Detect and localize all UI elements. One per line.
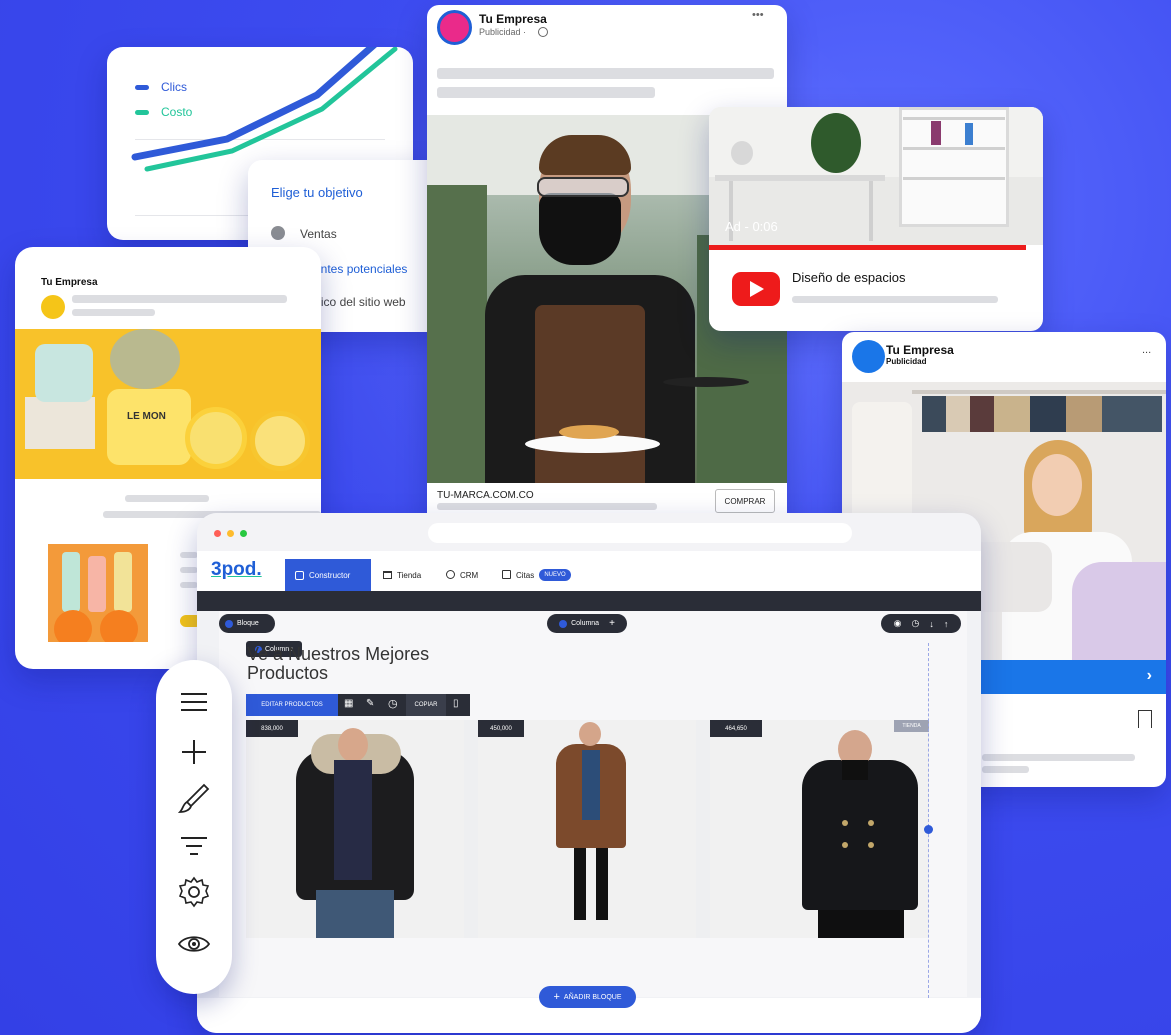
costo-line: [144, 47, 398, 172]
buy-button[interactable]: COMPRAR: [715, 489, 775, 513]
product-thumbnail: [48, 544, 148, 642]
brand-name: Tu Empresa: [479, 12, 547, 26]
option-ventas[interactable]: Ventas: [300, 227, 337, 241]
video-title[interactable]: Diseño de espacios: [792, 270, 905, 285]
sponsored-label: Publicidad ·: [479, 27, 527, 37]
brand-name: Tu Empresa: [41, 277, 98, 288]
product-card-peacoat[interactable]: [710, 720, 929, 938]
move-up-icon: ↑: [943, 618, 949, 629]
nav-tienda[interactable]: Tienda: [397, 571, 421, 580]
store-corner-tag: TIENDA: [894, 720, 929, 732]
brush-icon[interactable]: [174, 778, 214, 818]
jar-label: LE MON: [127, 411, 166, 422]
tools-sidebar: [156, 660, 232, 994]
youtube-play-icon[interactable]: [732, 272, 780, 306]
store-icon: [383, 571, 392, 579]
radio-ventas[interactable]: [271, 226, 285, 240]
nav-constructor[interactable]: Constructor: [285, 559, 371, 591]
products-grid: 838,000 450,000 464,650 TIENDA: [246, 720, 929, 938]
plus-icon[interactable]: [174, 732, 214, 772]
product-card-jacket[interactable]: [246, 720, 464, 938]
brand-avatar: [41, 295, 65, 319]
site-builder-window: 3pod. Constructor Tienda CRM Citas NUEVO…: [197, 513, 981, 1033]
more-options-icon[interactable]: •••: [752, 9, 764, 21]
add-block-button[interactable]: + AÑADIR BLOQUE: [539, 986, 636, 1008]
address-bar[interactable]: [428, 523, 852, 543]
filter-icon[interactable]: [174, 826, 214, 866]
block-actions[interactable]: ◉ ◷ ↓ ↑: [881, 614, 961, 633]
visibility-icon: ◉: [893, 618, 902, 628]
video-ad-card: Ad - 0:06 Diseño de espacios: [709, 107, 1043, 331]
nav-citas[interactable]: Citas: [516, 571, 534, 580]
nav-crm[interactable]: CRM: [460, 571, 478, 580]
ad-timer-overlay: Ad - 0:06: [725, 219, 778, 234]
edit-products-button[interactable]: EDITAR PRODUCTOS: [246, 694, 338, 716]
column-pill[interactable]: Columna +: [547, 614, 627, 633]
copy-button[interactable]: COPIAR: [406, 694, 446, 716]
resize-handle[interactable]: [924, 825, 933, 834]
price-tag: 450,000: [478, 720, 524, 737]
delete-icon[interactable]: ▯: [453, 698, 459, 709]
layout-icon[interactable]: ▦: [344, 698, 353, 709]
brush-icon[interactable]: ✎: [366, 698, 374, 709]
brand-name: Tu Empresa: [886, 343, 954, 357]
block-pill[interactable]: Bloque: [219, 614, 275, 633]
globe-icon: [538, 27, 548, 37]
crm-icon: [446, 570, 455, 579]
section-heading-line2[interactable]: Productos: [247, 663, 328, 684]
brand-avatar: [437, 10, 472, 45]
close-window-icon[interactable]: [214, 530, 221, 537]
objective-title: Elige tu objetivo: [271, 185, 363, 200]
minimize-window-icon[interactable]: [227, 530, 234, 537]
bookmark-icon[interactable]: [1138, 710, 1152, 728]
product-toolbar: EDITAR PRODUCTOS ▦ ✎ ◷ COPIAR ▯: [246, 694, 470, 716]
calendar-icon: [502, 570, 511, 579]
menu-icon[interactable]: [174, 682, 214, 722]
price-tag: 464,650: [710, 720, 762, 737]
chevron-right-icon[interactable]: ›: [1147, 667, 1152, 685]
window-titlebar: [197, 513, 981, 551]
price-tag: 838,000: [246, 720, 298, 737]
section-heading-line1[interactable]: Ve a Nuestros Mejores: [247, 644, 429, 665]
eye-icon[interactable]: [174, 924, 214, 964]
timer-icon: ◷: [911, 618, 920, 628]
settings-icon[interactable]: [174, 872, 214, 912]
more-options-icon[interactable]: ...: [1142, 344, 1151, 356]
constructor-icon: [295, 571, 304, 580]
video-progress-bar[interactable]: [709, 245, 1026, 250]
video-thumbnail[interactable]: Ad - 0:06: [709, 107, 1043, 245]
column-guide: [928, 643, 929, 998]
new-badge: NUEVO: [539, 569, 571, 581]
cosmetics-photo: LE MON: [15, 329, 321, 479]
move-down-icon: ↓: [929, 618, 934, 629]
sponsored-label: Publicidad: [886, 357, 927, 366]
app-logo[interactable]: 3pod.: [211, 559, 262, 581]
builder-dark-strip: [197, 591, 981, 611]
ad-url[interactable]: TU-MARCA.COM.CO: [437, 490, 534, 501]
product-card-coat[interactable]: [478, 720, 696, 938]
brand-avatar: [852, 340, 885, 373]
timer-icon[interactable]: ◷: [388, 697, 398, 710]
maximize-window-icon[interactable]: [240, 530, 247, 537]
builder-navbar: 3pod. Constructor Tienda CRM Citas NUEVO: [197, 551, 981, 591]
